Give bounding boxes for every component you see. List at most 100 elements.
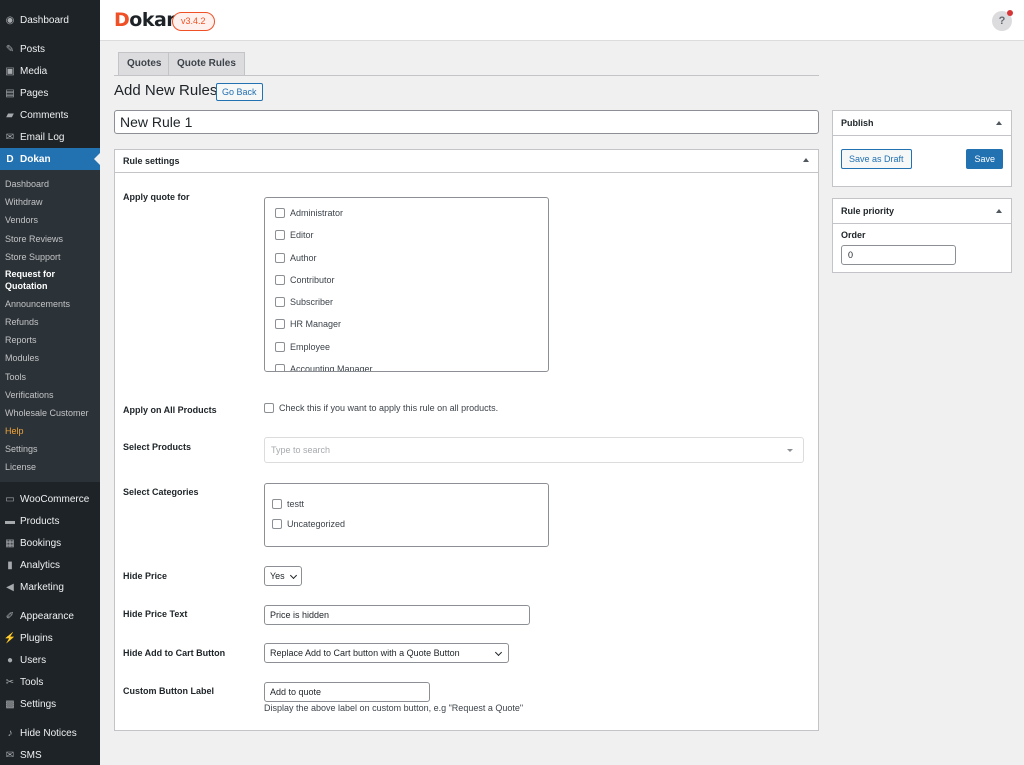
sidebar-item-products[interactable]: ▬ Products <box>0 510 100 532</box>
apply-all-products-option[interactable]: Check this if you want to apply this rul… <box>264 403 498 413</box>
checkbox[interactable] <box>275 342 285 352</box>
hide-price-select[interactable]: Yes <box>264 566 302 586</box>
tab-quote-rules[interactable]: Quote Rules <box>168 52 245 75</box>
role-option[interactable]: Employee <box>275 341 330 353</box>
submenu-item-help[interactable]: Help <box>5 425 24 437</box>
chevron-down-icon <box>289 571 298 580</box>
checkbox[interactable] <box>275 297 285 307</box>
submenu-item-settings[interactable]: Settings <box>5 443 38 455</box>
products-search-placeholder: Type to search <box>271 445 331 455</box>
submenu-item-tools[interactable]: Tools <box>5 371 26 383</box>
brush-icon: ✐ <box>5 610 15 622</box>
sidebar-item-users[interactable]: ● Users <box>0 649 100 671</box>
chevron-down-icon <box>494 648 503 657</box>
role-option[interactable]: Administrator <box>275 207 343 219</box>
roles-checklist[interactable]: Administrator Editor Author Contributor … <box>264 197 549 372</box>
publish-header[interactable]: Publish <box>833 111 1011 136</box>
page-title: Add New Rules <box>114 82 218 99</box>
checkbox[interactable] <box>272 499 282 509</box>
order-label: Order <box>841 230 866 240</box>
submenu-item-wholesale-customer[interactable]: Wholesale Customer <box>5 407 89 419</box>
rule-settings-header[interactable]: Rule settings <box>115 150 818 173</box>
order-input[interactable]: 0 <box>841 245 956 265</box>
role-option[interactable]: Accounting Manager <box>275 363 373 371</box>
go-back-button[interactable]: Go Back <box>216 83 263 101</box>
dokan-header: Dokan v3.4.2 ? <box>100 0 1024 41</box>
submenu-item-refunds[interactable]: Refunds <box>5 316 39 328</box>
submenu-item-reports[interactable]: Reports <box>5 334 37 346</box>
sidebar-item-bookings[interactable]: ▦ Bookings <box>0 532 100 554</box>
sidebar-item-plugins[interactable]: ⚡ Plugins <box>0 627 100 649</box>
rule-priority-header[interactable]: Rule priority <box>833 199 1011 224</box>
role-option[interactable]: Author <box>275 252 317 264</box>
categories-checklist[interactable]: testt Uncategorized <box>264 483 549 547</box>
role-option[interactable]: HR Manager <box>275 318 341 330</box>
role-option[interactable]: Editor <box>275 229 314 241</box>
media-icon: ▣ <box>5 65 15 77</box>
help-button[interactable]: ? <box>992 10 1013 31</box>
tab-quotes[interactable]: Quotes <box>118 52 171 75</box>
checkbox[interactable] <box>275 319 285 329</box>
category-option[interactable]: Uncategorized <box>272 519 345 529</box>
submenu-item-announcements[interactable]: Announcements <box>5 298 70 310</box>
version-badge: v3.4.2 <box>172 12 215 31</box>
save-button[interactable]: Save <box>966 149 1003 169</box>
submenu-item-modules[interactable]: Modules <box>5 352 39 364</box>
megaphone-icon: ◀ <box>6 581 14 593</box>
checkbox[interactable] <box>275 230 285 240</box>
role-option[interactable]: Contributor <box>275 274 335 286</box>
plugin-icon: ⚡ <box>3 632 17 644</box>
user-icon: ● <box>6 654 14 666</box>
custom-button-label-description: Display the above label on custom button… <box>264 703 524 713</box>
role-option[interactable]: Subscriber <box>275 296 333 308</box>
sidebar-item-hide-notices[interactable]: ♪ Hide Notices <box>0 722 100 744</box>
category-option[interactable]: testt <box>272 499 304 509</box>
sidebar-item-email-log[interactable]: ✉ Email Log <box>0 126 100 148</box>
checkbox[interactable] <box>272 519 282 529</box>
submenu-item-store-support[interactable]: Store Support <box>5 251 61 263</box>
checkbox[interactable] <box>264 403 274 413</box>
sidebar-item-analytics[interactable]: ▮ Analytics <box>0 554 100 576</box>
submenu-item-withdraw[interactable]: Withdraw <box>5 196 43 208</box>
custom-button-label-input[interactable]: Add to quote <box>264 682 430 702</box>
hide-cart-button-select[interactable]: Replace Add to Cart button with a Quote … <box>264 643 509 663</box>
sidebar-item-media[interactable]: ▣ Media <box>0 60 100 82</box>
products-icon: ▬ <box>5 515 15 527</box>
email-icon: ✉ <box>5 131 15 143</box>
sidebar-item-dokan[interactable]: D Dokan <box>0 148 100 170</box>
checkbox[interactable] <box>275 253 285 263</box>
sidebar-item-pages[interactable]: ▤ Pages <box>0 82 100 104</box>
sidebar-item-appearance[interactable]: ✐ Appearance <box>0 605 100 627</box>
dashboard-icon: ◉ <box>5 14 15 26</box>
save-as-draft-button[interactable]: Save as Draft <box>841 149 912 169</box>
checkbox[interactable] <box>275 208 285 218</box>
collapse-arrow-icon[interactable] <box>996 209 1002 213</box>
submenu-item-request-for-quotation[interactable]: Request for Quotation <box>5 268 55 292</box>
rule-title-input[interactable]: New Rule 1 <box>114 110 819 134</box>
sidebar-item-woocommerce[interactable]: ▭ WooCommerce <box>0 488 100 510</box>
sidebar-item-tools[interactable]: ✂ Tools <box>0 671 100 693</box>
checkbox[interactable] <box>275 364 285 371</box>
submenu-item-verifications[interactable]: Verifications <box>5 389 54 401</box>
submenu-item-dashboard[interactable]: Dashboard <box>5 178 49 190</box>
sms-icon: ✉ <box>5 749 15 761</box>
hide-price-text-input[interactable]: Price is hidden <box>264 605 530 625</box>
dokan-logo: Dokan <box>114 9 180 31</box>
collapse-arrow-icon[interactable] <box>996 121 1002 125</box>
sidebar-item-dashboard[interactable]: ◉ Dashboard <box>0 9 100 31</box>
submenu-item-store-reviews[interactable]: Store Reviews <box>5 233 63 245</box>
submenu-item-vendors[interactable]: Vendors <box>5 214 38 226</box>
sidebar-item-sms[interactable]: ✉ SMS <box>0 744 100 765</box>
sidebar-item-comments[interactable]: ▰ Comments <box>0 104 100 126</box>
sidebar-item-settings[interactable]: ▩ Settings <box>0 693 100 715</box>
collapse-arrow-icon[interactable] <box>803 158 809 162</box>
settings-icon: ▩ <box>5 698 15 710</box>
products-search-select[interactable]: Type to search <box>264 437 804 463</box>
dokan-submenu: Dashboard Withdraw Vendors Store Reviews… <box>0 170 100 482</box>
sidebar-item-posts[interactable]: ✎ Posts <box>0 38 100 60</box>
submenu-item-license[interactable]: License <box>5 461 36 473</box>
select-categories-label: Select Categories <box>123 487 199 497</box>
sidebar-item-marketing[interactable]: ◀ Marketing <box>0 576 100 598</box>
checkbox[interactable] <box>275 275 285 285</box>
question-icon: ? <box>998 15 1006 27</box>
